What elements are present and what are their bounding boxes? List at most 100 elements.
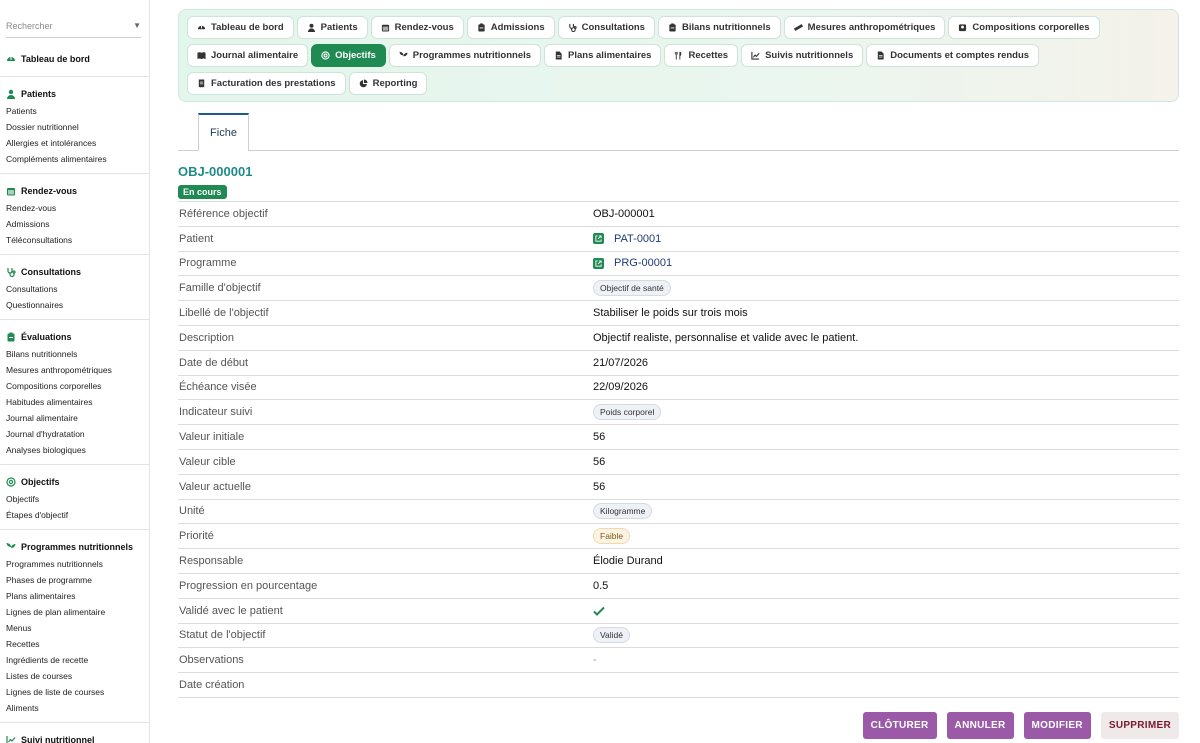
sidebar-section-header[interactable]: Évaluations [0,328,149,346]
record-link[interactable]: PAT-0001 [593,233,661,245]
value-chip: Faible [593,528,631,545]
nav-bilans-nutritionnels[interactable]: Bilans nutritionnels [657,16,781,39]
field-label: Valeur initiale [179,431,245,444]
value-chip: Kilogramme [593,503,653,520]
field-label: Description [179,331,235,344]
nav-programmes-nutritionnels[interactable]: Programmes nutritionnels [388,44,542,67]
field-value: 21/07/2026 [593,357,648,369]
sidebar-item-habitudes-alimentaires[interactable]: Habitudes alimentaires [0,394,149,410]
modifier-button[interactable]: MODIFIER [1023,712,1091,739]
sidebar-section-label: Rendez-vous [21,186,78,196]
chevron-down-icon[interactable]: ▼ [133,21,141,30]
sidebar-item-compositions-corporelles[interactable]: Compositions corporelles [0,378,149,394]
sidebar-item-listes-de-courses[interactable]: Listes de courses [0,668,149,684]
nav-reporting[interactable]: Reporting [348,72,428,95]
sidebar-section-header[interactable]: Objectifs [0,473,149,491]
sidebar: ▼ Tableau de bordPatientsPatientsDossier… [0,0,150,743]
value-text: 21/07/2026 [593,356,649,369]
sidebar-item-bilans-nutritionnels[interactable]: Bilans nutritionnels [0,346,149,362]
nav-facturation-des-prestations[interactable]: Facturation des prestations [187,72,346,95]
record-link[interactable]: PRG-00001 [593,257,672,269]
sidebar-item-mesures-anthropometriques[interactable]: Mesures anthropométriques [0,362,149,378]
sidebar-item-ingredients-de-recette[interactable]: Ingrédients de recette [0,652,149,668]
sidebar-item-menus[interactable]: Menus [0,620,149,636]
cloturer-button[interactable]: CLÔTURER [862,712,937,739]
nav-label: Journal alimentaire [211,50,299,61]
sidebar-item-patients[interactable]: Patients [0,103,149,119]
supprimer-button[interactable]: SUPPRIMER [1100,712,1179,739]
field-row-priorite: Priorité Faible [178,524,1179,550]
link-text[interactable]: PRG-00001 [614,257,672,269]
sidebar-section-header[interactable]: Suivi nutritionnel [0,731,149,743]
nav-documents-et-comptes-rendus[interactable]: Documents et comptes rendus [866,44,1040,67]
field-row-unite: Unité Kilogramme [178,500,1179,525]
nav-admissions[interactable]: Admissions [466,16,555,39]
sidebar-section-header[interactable]: Rendez-vous [0,182,149,200]
nav-label: Reporting [372,78,418,89]
nav-label: Recettes [688,50,729,61]
sidebar-sections: Tableau de bord Patients Patients Dossier n… [0,38,149,743]
nav-objectifs[interactable]: Objectifs [311,44,386,67]
nav-rendez-vous[interactable]: Rendez-vous [370,16,464,39]
nav-label: Consultations [581,22,645,33]
sidebar-section-header[interactable]: Patients [0,85,149,103]
nav-label: Plans alimentaires [568,50,652,61]
sidebar-section-label: Consultations [21,267,81,277]
value-text: Élodie Durand [593,555,663,568]
sidebar-item-dossier-nutritionnel[interactable]: Dossier nutritionnel [0,119,149,135]
nav-compositions-corporelles[interactable]: Compositions corporelles [948,16,1100,39]
sidebar-item-etapes-d-objectif[interactable]: Étapes d'objectif [0,507,149,523]
external-link-icon[interactable] [593,257,604,269]
sidebar-section-header[interactable]: Programmes nutritionnels [0,538,149,556]
field-row-valeur-cible: Valeur cible 56 [178,450,1179,475]
target-icon [321,51,330,60]
search-input[interactable] [6,20,116,31]
field-row-date-creation: Date création [178,673,1179,698]
sidebar-item-journal-alimentaire[interactable]: Journal alimentaire [0,410,149,426]
field-label: Échéance visée [179,381,257,394]
nav-suivis-nutritionnels[interactable]: Suivis nutritionnels [741,44,864,67]
sidebar-item-recettes[interactable]: Recettes [0,636,149,652]
sidebar-item-rendez-vous[interactable]: Rendez-vous [0,200,149,216]
nav-plans-alimentaires[interactable]: Plans alimentaires [544,44,662,67]
nav-tableau-de-bord[interactable]: Tableau de bord [187,16,294,39]
sidebar-item-phases-de-programme[interactable]: Phases de programme [0,572,149,588]
nav-journal-alimentaire[interactable]: Journal alimentaire [187,44,309,67]
sidebar-item-questionnaires[interactable]: Questionnaires [0,297,149,313]
sidebar-item-programmes-nutritionnels[interactable]: Programmes nutritionnels [0,556,149,572]
nav-patients[interactable]: Patients [296,16,368,39]
external-link-icon[interactable] [593,233,604,245]
field-label: Statut de l'objectif [179,629,266,642]
field-row-patient: Patient PAT-0001 [178,227,1179,252]
sidebar-section-header[interactable]: Consultations [0,263,149,281]
nav-mesures-anthropometriques[interactable]: Mesures anthropométriques [783,16,946,39]
sidebar-item-admissions[interactable]: Admissions [0,216,149,232]
sidebar-item-plans-alimentaires[interactable]: Plans alimentaires [0,588,149,604]
sidebar-item-aliments[interactable]: Aliments [0,700,149,716]
nav-consultations[interactable]: Consultations [557,16,655,39]
user-icon [307,23,316,32]
sidebar-item-objectifs[interactable]: Objectifs [0,491,149,507]
sidebar-item-allergies-et-intolerances[interactable]: Allergies et intolérances [0,135,149,151]
sidebar-item-lignes-de-liste-de-courses[interactable]: Lignes de liste de courses [0,684,149,700]
sidebar-item-consultations[interactable]: Consultations [0,281,149,297]
link-text[interactable]: PAT-0001 [614,233,661,245]
nav-recettes[interactable]: Recettes [664,44,739,67]
value-text: 22/09/2026 [593,381,649,394]
value-text: 56 [593,480,606,493]
sidebar-item-analyses-biologiques[interactable]: Analyses biologiques [0,442,149,458]
field-value: PAT-0001 [593,233,661,245]
field-row-valeur-actuelle: Valeur actuelle 56 [178,475,1179,500]
sidebar-item-teleconsultations[interactable]: Téléconsultations [0,232,149,248]
sidebar-item-complements-alimentaires[interactable]: Compléments alimentaires [0,151,149,167]
sidebar-section-header[interactable]: Tableau de bord [0,50,149,68]
field-label: Valeur actuelle [179,480,251,493]
main-content: Tableau de bord Patients Rendez-vous Admiss… [178,0,1179,743]
tab-fiche[interactable]: Fiche [198,113,249,151]
field-value: PRG-00001 [593,257,672,269]
app-window: ▼ Tableau de bordPatientsPatientsDossier… [0,0,1200,743]
sidebar-item-lignes-de-plan-alimentaire[interactable]: Lignes de plan alimentaire [0,604,149,620]
annuler-button[interactable]: ANNULER [946,712,1014,739]
sidebar-item-journal-d-hydratation[interactable]: Journal d'hydratation [0,426,149,442]
search-box[interactable]: ▼ [6,14,141,38]
